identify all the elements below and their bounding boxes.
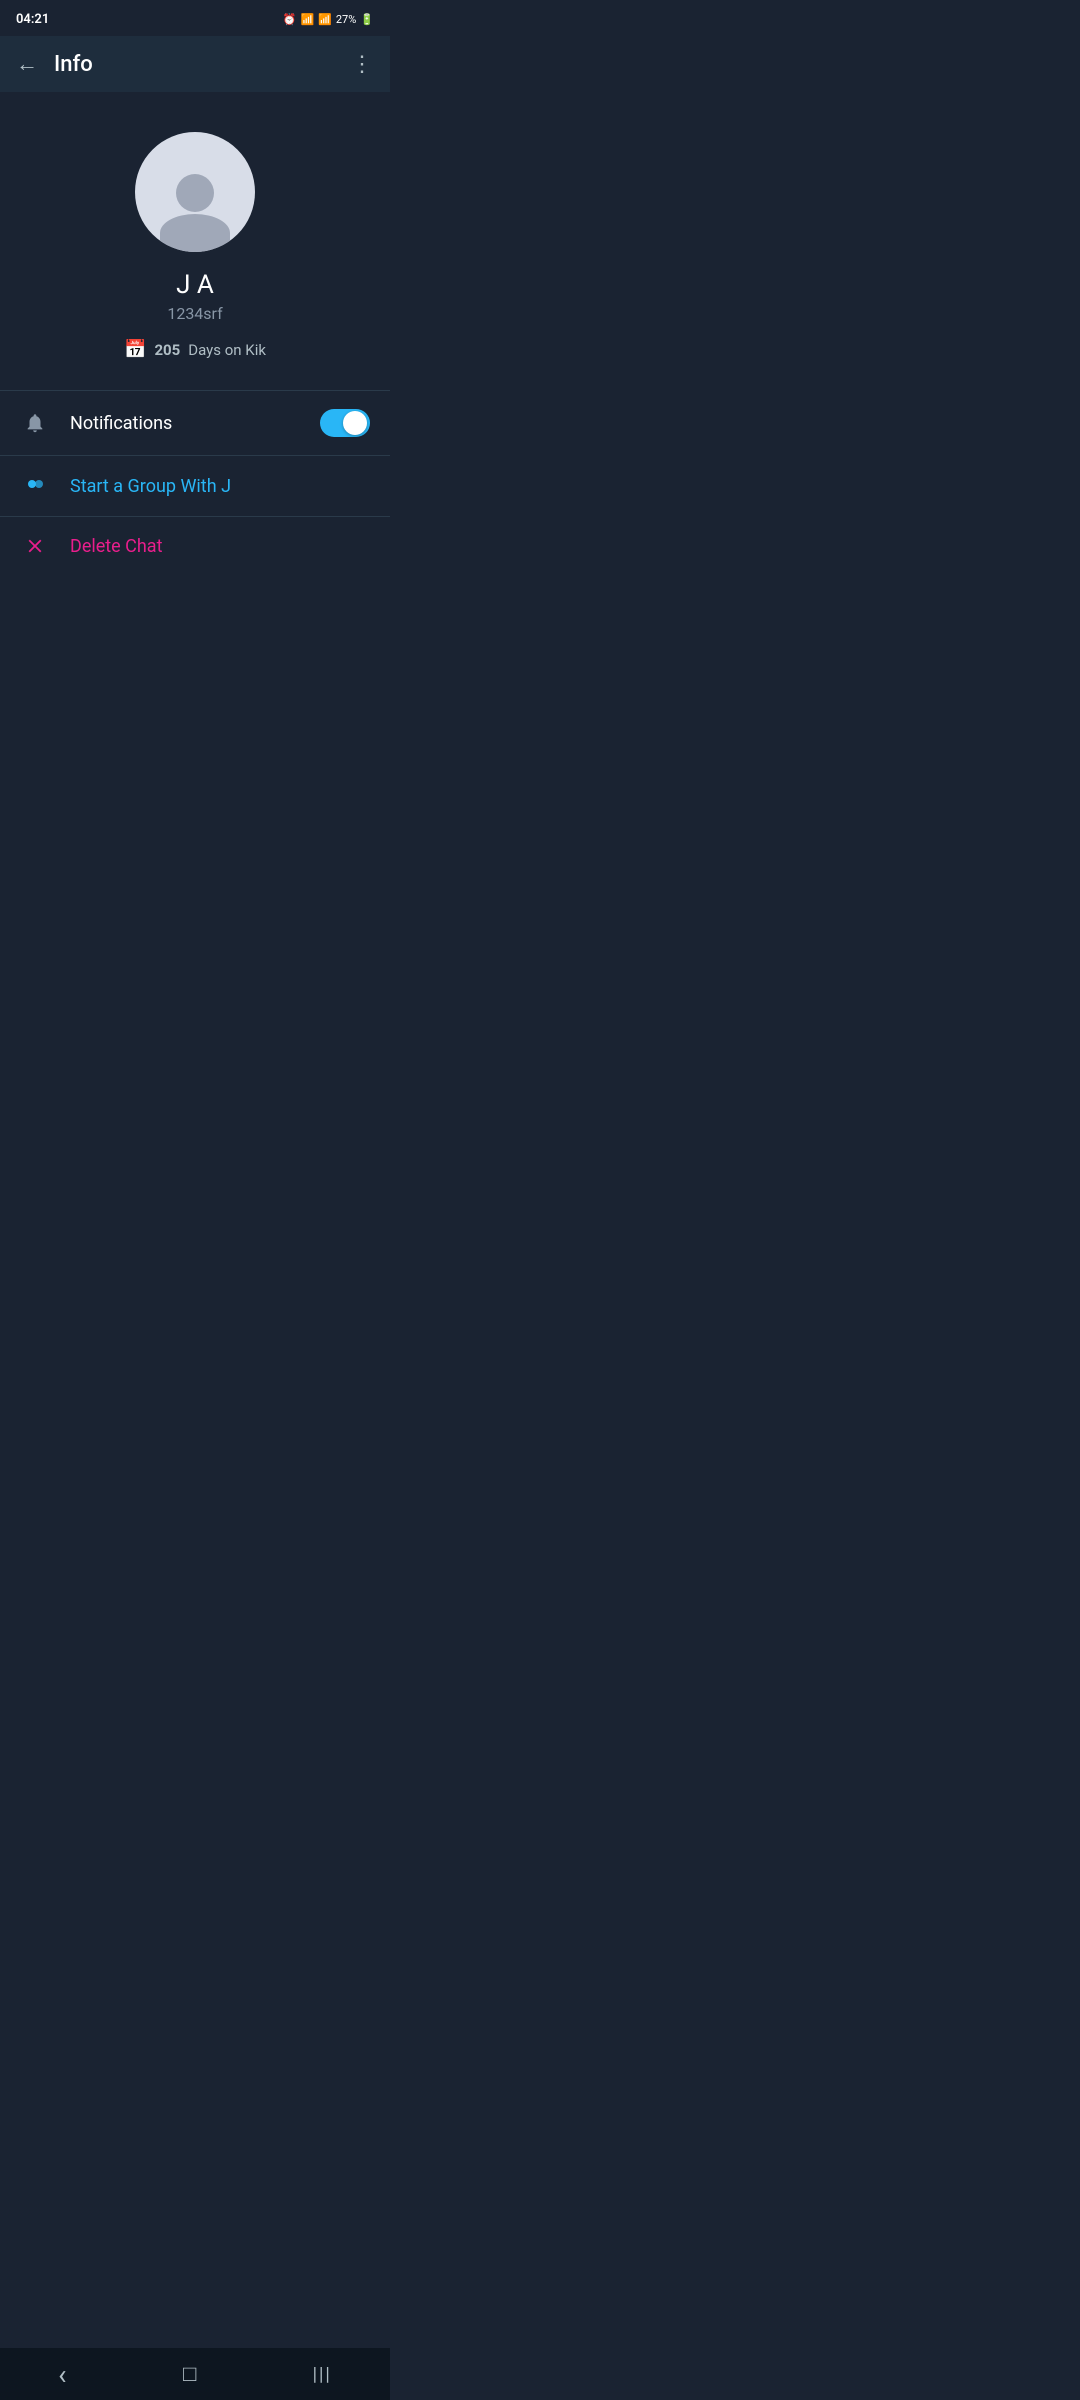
close-icon [20,535,50,557]
notifications-item[interactable]: Notifications [0,391,390,456]
avatar-head [176,174,214,212]
wifi-icon: 📶 [300,13,314,26]
avatar-figure [160,174,230,252]
app-bar-left: ← Info [16,51,93,77]
nav-home-button[interactable]: □ [163,2353,216,2395]
days-label: Days on Kik [188,341,266,359]
nav-recent-button[interactable]: ||| [293,2356,352,2393]
notifications-label: Notifications [70,413,300,434]
more-options-button[interactable]: ⋮ [351,52,374,77]
avatar [135,132,255,252]
avatar-body [160,214,230,252]
status-time: 04:21 [16,12,49,27]
status-icons: ⏰ 📶 📶 27% 🔋 [283,13,374,26]
notifications-toggle[interactable] [320,409,370,437]
toggle-knob [343,411,367,435]
signal-icon: 📶 [318,13,332,26]
delete-chat-item[interactable]: Delete Chat [0,517,390,575]
battery-level: 27% [336,13,356,26]
start-group-item[interactable]: Start a Group With J [0,456,390,517]
toggle-switch[interactable] [320,409,370,437]
days-on-kik: 📅 205 Days on Kik [124,339,266,360]
nav-back-button[interactable]: ‹ [38,2350,86,2399]
action-list: Notifications Start a Group With J Delet… [0,391,390,575]
bell-icon [20,412,50,434]
alarm-icon: ⏰ [283,13,297,26]
group-icon [20,474,50,498]
profile-section: J A 1234srf 📅 205 Days on Kik [0,92,390,391]
page-title: Info [54,52,93,77]
battery-icon: 🔋 [360,13,374,26]
profile-name: J A [176,270,214,300]
nav-bar: ‹ □ ||| [0,2348,390,2400]
status-bar: 04:21 ⏰ 📶 📶 27% 🔋 [0,0,390,36]
profile-username: 1234srf [167,304,222,323]
empty-content-area [0,575,390,1175]
delete-chat-label: Delete Chat [70,536,370,557]
calendar-icon: 📅 [124,339,146,360]
app-bar: ← Info ⋮ [0,36,390,92]
days-count: 205 [154,341,180,359]
start-group-label: Start a Group With J [70,476,370,497]
back-button[interactable]: ← [16,51,38,77]
